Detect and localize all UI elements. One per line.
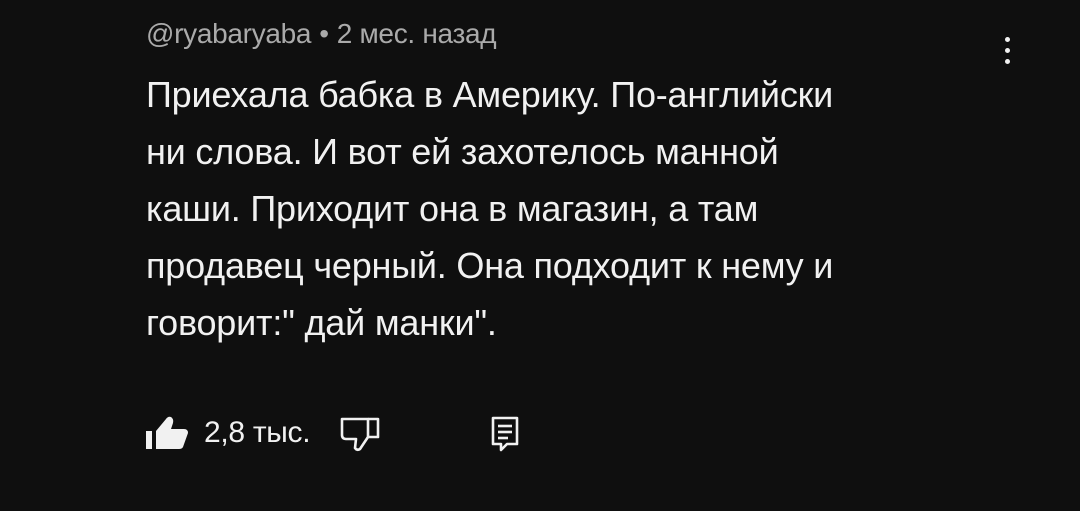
more-vertical-icon-dot: [1004, 58, 1010, 64]
comment-actions: 2,8 тыс.: [144, 408, 522, 458]
comment-text: Приехала бабка в Америку. По-английски н…: [146, 66, 986, 351]
like-count: 2,8 тыс.: [204, 416, 311, 449]
comment-header: @ryabaryaba • 2 мес. назад: [146, 14, 1006, 54]
comment-timestamp[interactable]: 2 мес. назад: [337, 18, 497, 49]
comment-author[interactable]: @ryabaryaba: [146, 18, 312, 49]
thumbs-down-icon: [338, 413, 382, 453]
comment-text-line: ни слова. И вот ей захотелось манной: [146, 131, 779, 172]
comment: @ryabaryaba • 2 мес. назад Приехала бабка …: [146, 14, 1006, 351]
reply-comment-icon: [488, 413, 522, 453]
comment-text-line: продавец черный. Она подходит к нему и: [146, 245, 834, 286]
comment-text-line: Приехала бабка в Америку. По-английски: [146, 74, 834, 115]
more-vertical-icon-dot: [1004, 47, 1010, 53]
more-options-button[interactable]: [992, 26, 1022, 74]
thumbs-up-icon: [144, 413, 190, 453]
comment-text-line: каши. Приходит она в магазин, а там: [146, 188, 759, 229]
like-button[interactable]: 2,8 тыс.: [144, 413, 311, 453]
header-separator: •: [319, 18, 329, 49]
reply-button[interactable]: [488, 413, 522, 453]
dislike-button[interactable]: [338, 413, 382, 453]
more-vertical-icon: [1004, 36, 1010, 42]
comment-text-line: говорит:" дай манки".: [146, 302, 497, 343]
